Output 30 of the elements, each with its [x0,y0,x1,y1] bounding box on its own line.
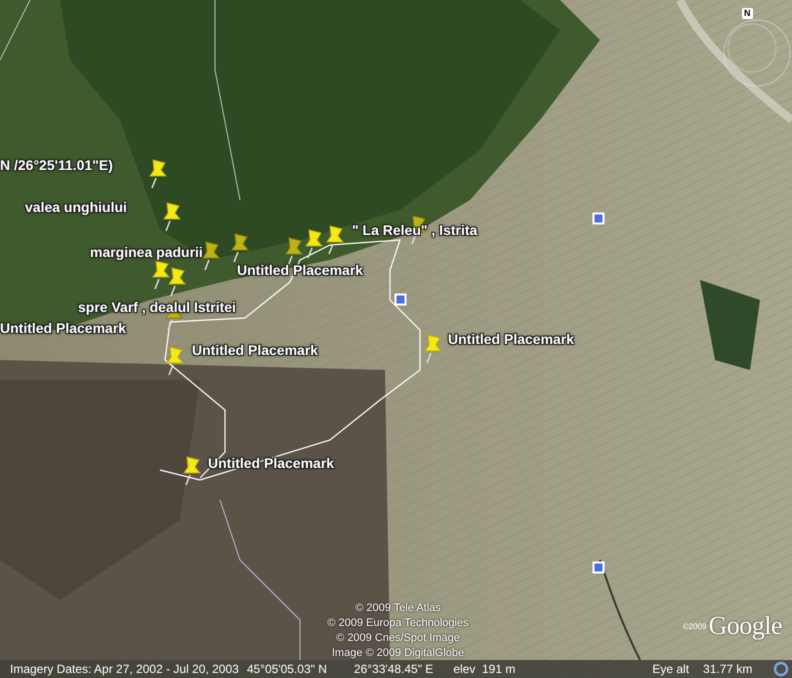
copyright-text: Image © 2009 DigitalGlobe [332,646,464,661]
imagery-dates-text: Imagery Dates: Apr 27, 2002 - Jul 20, 2003 [10,662,239,676]
logo-year-text: ©2009 [682,622,706,630]
placemark-label[interactable]: N /26°25'11.01"E) [0,157,113,173]
pushpin-icon[interactable] [149,259,173,289]
eye-alt-label: Eye alt [652,662,690,676]
copyright-text: © 2009 Europa Technologies [327,616,469,631]
pushpin-icon[interactable] [165,266,189,296]
logo-wordmark: Google [708,611,782,641]
copyright-text: © 2009 Cnes/Spot Image [336,631,460,646]
placemark-label[interactable]: Untitled Placemark [0,320,126,336]
compass-north-label[interactable]: N [742,8,752,19]
pushpin-icon[interactable] [160,201,184,231]
pushpin-icon[interactable] [302,228,326,258]
pushpin-icon[interactable] [163,345,187,375]
latitude-text: 45°05'05.03" N [246,662,327,676]
pushpin-icon[interactable] [146,158,170,188]
longitude-text: 26°33'48.45" E [354,662,434,676]
elevation-text: elev 191 m [453,662,516,676]
square-marker-icon[interactable] [394,293,407,306]
ring-icon[interactable] [773,661,789,677]
placemark-label[interactable]: marginea padurii [90,244,203,260]
copyright-text: © 2009 Tele Atlas [355,601,441,616]
eye-alt-text: 31.77 km [703,662,752,676]
placemark-label[interactable]: valea unghiului [25,199,127,215]
pushpin-icon[interactable] [323,224,347,254]
pushpin-icon[interactable] [180,455,204,485]
square-marker-icon[interactable] [592,561,605,574]
placemark-label[interactable]: " La Releu" , Istrita [352,222,478,238]
square-marker-icon[interactable] [592,212,605,225]
